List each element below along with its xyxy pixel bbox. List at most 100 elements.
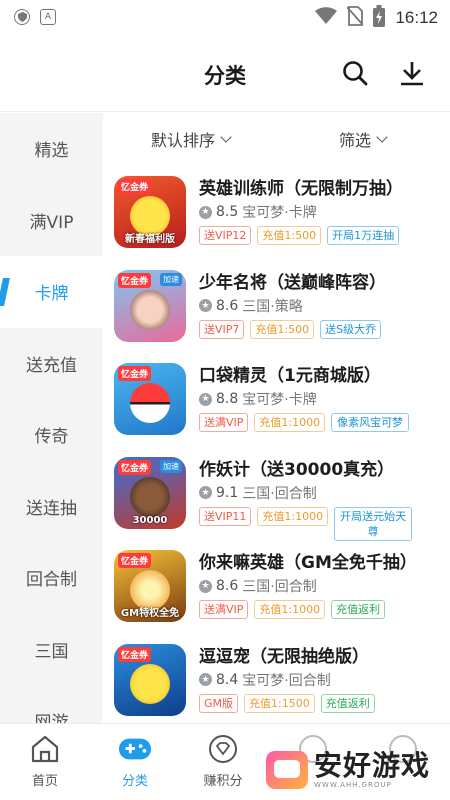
download-button[interactable] bbox=[397, 58, 427, 88]
coupon-tag: 忆金券 bbox=[118, 272, 152, 288]
game-icon: 忆金券 bbox=[114, 643, 186, 716]
chevron-down-icon bbox=[376, 130, 388, 143]
nav-label: 分类 bbox=[121, 774, 148, 789]
game-category: 三国·策略 bbox=[242, 298, 303, 315]
no-sim-icon bbox=[346, 6, 365, 30]
status-time: 16:12 bbox=[395, 8, 438, 27]
page-title: 分类 bbox=[204, 64, 246, 88]
tag-chip: 送VIP7 bbox=[199, 319, 245, 339]
filter-label: 筛选 bbox=[339, 131, 372, 150]
nav-label: 首页 bbox=[31, 774, 58, 789]
game-tags: 送满VIP 充值1:1000 充值返利 bbox=[199, 600, 386, 619]
status-bar: A 16:12 bbox=[0, 0, 450, 36]
game-item[interactable]: 忆金券 新春福利版 英雄训练师（无限制万抽） ★ 8.5 宝可梦·卡牌 送VIP… bbox=[103, 166, 450, 260]
game-score: 8.4 bbox=[216, 671, 239, 688]
game-category: 三国·回合制 bbox=[242, 579, 317, 595]
game-item[interactable]: 忆金券 加速 少年名将（送巅峰阵容） ★ 8.6 三国·策略 送VIP7 充值1… bbox=[103, 260, 450, 354]
game-item[interactable]: 忆金券 GM特权全免 你来嘛英雄（GM全免千抽） ★ 8.6 三国·回合制 送满… bbox=[103, 540, 450, 634]
game-icon: 忆金券 bbox=[114, 363, 186, 435]
game-meta: ★ 8.5 宝可梦·卡牌 bbox=[199, 202, 317, 222]
sidebar-item-label: 送充值 bbox=[26, 355, 77, 376]
tag-chip: 充值1:1000 bbox=[254, 600, 326, 619]
game-item[interactable]: 忆金券 口袋精灵（1元商城版） ★ 8.8 宝可梦·卡牌 送满VIP 充值1:1… bbox=[103, 353, 450, 447]
game-name: 你来嘛英雄（GM全免千抽） bbox=[199, 553, 417, 573]
coupon-tag: 忆金券 bbox=[118, 646, 152, 662]
tag-chip: 送VIP12 bbox=[199, 226, 252, 245]
character-art-icon bbox=[130, 289, 170, 330]
sidebar-item-label: 网游 bbox=[35, 708, 69, 723]
tag-chip: 开局1万连抽 bbox=[327, 226, 400, 245]
search-button[interactable] bbox=[340, 58, 370, 88]
category-sidebar: 精选 满VIP 卡牌 送充值 传奇 送连抽 回合制 三国 网游 bbox=[0, 113, 103, 723]
game-score: 8.6 bbox=[216, 578, 239, 594]
nav-category[interactable]: 分类 bbox=[100, 732, 170, 789]
tag-chip: 开局送元始天尊 bbox=[334, 506, 413, 541]
sidebar-item-songlianchou[interactable]: 送连抽 bbox=[0, 471, 103, 543]
nav-label: 赚积分 bbox=[203, 774, 243, 789]
game-name: 逗逗宠（无限抽绝版） bbox=[199, 646, 369, 667]
tag-chip: 充值1:500 bbox=[257, 226, 322, 245]
sidebar-item-label: 满VIP bbox=[29, 212, 74, 233]
sort-dropdown[interactable]: 默认排序 bbox=[151, 127, 232, 151]
game-icon: 忆金券 GM特权全免 bbox=[114, 550, 186, 622]
tag-chip: 充值返利 bbox=[331, 600, 386, 619]
filter-bar: 默认排序 筛选 bbox=[103, 113, 450, 163]
sidebar-item-songchongzhi[interactable]: 送充值 bbox=[0, 328, 103, 400]
game-meta: ★ 8.6 三国·回合制 bbox=[199, 576, 317, 596]
battery-charging-icon bbox=[373, 5, 386, 31]
game-meta: ★ 8.6 三国·策略 bbox=[199, 296, 303, 316]
game-icon: 忆金券 加速 bbox=[114, 269, 186, 342]
game-score: 8.6 bbox=[216, 297, 239, 314]
diamond-icon bbox=[206, 732, 240, 766]
game-tags: 送VIP12 充值1:500 开局1万连抽 bbox=[199, 226, 400, 245]
active-marker bbox=[0, 278, 10, 306]
game-tags: GM版 充值1:1500 充值返利 bbox=[199, 693, 375, 713]
sidebar-item-manvip[interactable]: 满VIP bbox=[0, 185, 103, 257]
watermark-title: 安好游戏 bbox=[314, 749, 431, 782]
search-icon bbox=[343, 61, 368, 86]
nav-earn-points[interactable]: 赚积分 bbox=[188, 732, 258, 789]
speed-badge: 加速 bbox=[160, 272, 182, 286]
sidebar-item-huiyezhi[interactable]: 回合制 bbox=[0, 542, 103, 614]
game-category: 三国·回合制 bbox=[242, 485, 317, 502]
tag-chip: 充值返利 bbox=[320, 693, 375, 713]
tag-chip: 送满VIP bbox=[199, 600, 249, 619]
status-right: 16:12 bbox=[315, 5, 438, 31]
filter-dropdown[interactable]: 筛选 bbox=[339, 127, 388, 151]
sidebar-item-wangyou[interactable]: 网游 bbox=[0, 685, 103, 723]
download-icon bbox=[401, 62, 423, 86]
game-score: 8.8 bbox=[216, 391, 239, 407]
game-category: 宝可梦·回合制 bbox=[242, 672, 331, 689]
star-icon: ★ bbox=[199, 673, 212, 686]
game-name: 口袋精灵（1元商城版） bbox=[199, 366, 381, 386]
tag-chip: GM版 bbox=[199, 693, 239, 713]
game-list: 忆金券 新春福利版 英雄训练师（无限制万抽） ★ 8.5 宝可梦·卡牌 送VIP… bbox=[103, 166, 450, 723]
game-category: 宝可梦·卡牌 bbox=[242, 205, 317, 221]
wifi-icon bbox=[315, 7, 338, 29]
game-icon: 忆金券 新春福利版 bbox=[114, 176, 186, 248]
home-icon bbox=[28, 732, 62, 766]
game-content: 默认排序 筛选 忆金券 新春福利版 英雄训练师（无限制万抽） ★ 8.5 宝可梦… bbox=[103, 113, 450, 723]
game-item[interactable]: 忆金券 逗逗宠（无限抽绝版） ★ 8.4 宝可梦·回合制 GM版 充值1:150… bbox=[103, 634, 450, 724]
icon-caption: GM特权全免 bbox=[120, 608, 180, 619]
coupon-tag: 忆金券 bbox=[118, 179, 152, 194]
gamepad-icon bbox=[118, 732, 152, 766]
nav-home[interactable]: 首页 bbox=[10, 732, 80, 789]
character-art-icon bbox=[130, 476, 170, 517]
sidebar-item-label: 卡牌 bbox=[34, 284, 69, 305]
sidebar-item-kapai[interactable]: 卡牌 bbox=[0, 256, 103, 328]
tag-chip: 送VIP11 bbox=[199, 506, 252, 526]
sidebar-item-label: 送连抽 bbox=[26, 498, 77, 519]
a-badge-icon: A bbox=[40, 9, 56, 25]
sidebar-item-jingxuan[interactable]: 精选 bbox=[0, 113, 103, 185]
chevron-down-icon bbox=[220, 130, 232, 143]
sidebar-item-chuanqi[interactable]: 传奇 bbox=[0, 399, 103, 471]
tag-chip: 充值1:500 bbox=[250, 319, 315, 339]
game-name: 少年名将（送巅峰阵容） bbox=[199, 272, 386, 293]
coupon-tag: 忆金券 bbox=[118, 366, 152, 381]
sidebar-item-sanguo[interactable]: 三国 bbox=[0, 614, 103, 686]
tag-chip: 送满VIP bbox=[199, 413, 249, 432]
pikachu-art-icon bbox=[130, 663, 170, 704]
sort-label: 默认排序 bbox=[151, 131, 216, 150]
game-item[interactable]: 忆金券 加速 30000 作妖计（送30000真充） ★ 9.1 三国·回合制 … bbox=[103, 447, 450, 541]
